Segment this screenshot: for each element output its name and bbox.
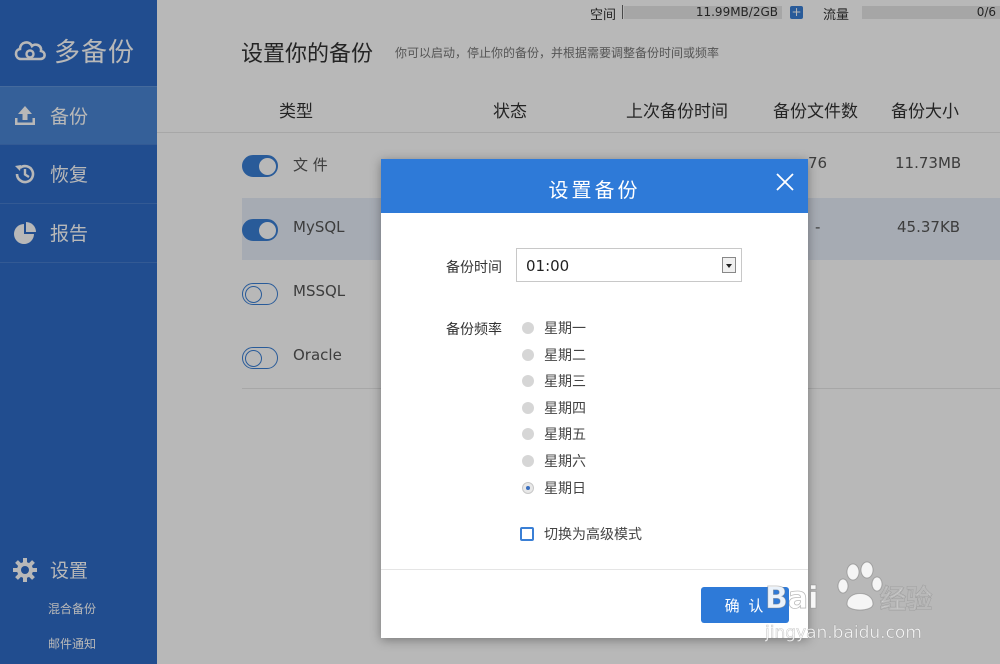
baidu-paw-logo-icon: Bai 经验 jingyan.baidu.com [764, 561, 932, 643]
radio-icon[interactable] [522, 322, 534, 334]
advanced-mode-label: 切换为高级模式 [544, 527, 642, 543]
dialog-header: 设置备份 [381, 159, 808, 213]
svg-text:Bai: Bai [765, 581, 818, 616]
radio-checked-icon[interactable] [522, 482, 534, 494]
radio-tuesday[interactable]: 星期二 [522, 345, 586, 365]
backup-time-value: 01:00 [526, 257, 570, 275]
radio-label: 星期四 [544, 401, 586, 417]
radio-icon[interactable] [522, 428, 534, 440]
backup-settings-dialog: 设置备份 备份时间 01:00 备份频率 星期一 星期二 星期三 星期四 星期五… [381, 159, 808, 638]
radio-label: 星期三 [544, 374, 586, 390]
dialog-divider [381, 569, 808, 570]
dialog-title: 设置备份 [548, 178, 641, 202]
radio-icon[interactable] [522, 402, 534, 414]
checkbox-icon[interactable] [520, 527, 534, 541]
radio-label: 星期日 [544, 481, 586, 497]
backup-frequency-label: 备份频率 [446, 322, 502, 338]
radio-monday[interactable]: 星期一 [522, 318, 586, 338]
close-icon[interactable] [774, 171, 796, 193]
advanced-mode-toggle[interactable]: 切换为高级模式 [520, 524, 642, 544]
radio-sunday[interactable]: 星期日 [522, 478, 586, 498]
radio-thursday[interactable]: 星期四 [522, 398, 586, 418]
radio-friday[interactable]: 星期五 [522, 424, 586, 444]
baidu-watermark: Bai 经验 jingyan.baidu.com [764, 560, 985, 644]
svg-text:经验: 经验 [880, 584, 932, 615]
radio-icon[interactable] [522, 375, 534, 387]
radio-saturday[interactable]: 星期六 [522, 451, 586, 471]
radio-label: 星期一 [544, 321, 586, 337]
radio-label: 星期五 [544, 427, 586, 443]
backup-time-select[interactable]: 01:00 [516, 248, 742, 282]
radio-icon[interactable] [522, 349, 534, 361]
svg-text:jingyan.baidu.com: jingyan.baidu.com [765, 623, 922, 643]
radio-icon[interactable] [522, 455, 534, 467]
backup-time-label: 备份时间 [446, 260, 502, 276]
radio-label: 星期六 [544, 454, 586, 470]
radio-wednesday[interactable]: 星期三 [522, 371, 586, 391]
chevron-down-icon[interactable] [722, 257, 736, 273]
radio-label: 星期二 [544, 348, 586, 364]
